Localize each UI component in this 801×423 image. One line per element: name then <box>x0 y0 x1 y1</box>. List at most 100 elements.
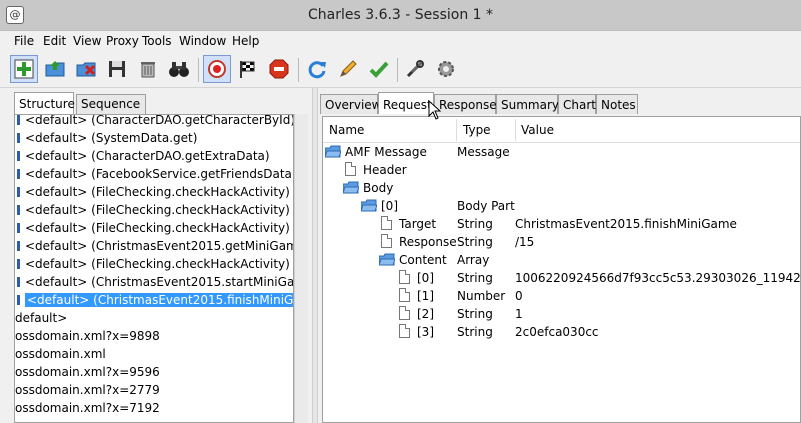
stop-icon[interactable] <box>265 55 293 83</box>
open-icon[interactable] <box>41 55 69 83</box>
detail-panel: Overview Request Response Summary Chart … <box>318 88 801 423</box>
window-title: Charles 3.6.3 - Session 1 * <box>307 7 494 23</box>
structure-item[interactable]: ossdomain.xml?x=2779 <box>15 381 160 399</box>
cell-name: [2] <box>417 307 434 321</box>
cell-name: Target <box>399 217 437 231</box>
column-value[interactable]: Value <box>521 123 554 137</box>
tab-response[interactable]: Response <box>434 94 497 114</box>
structure-item[interactable]: <default> (CharacterDAO.getCharacterById… <box>15 114 294 129</box>
column-type[interactable]: Type <box>463 123 491 137</box>
tab-summary[interactable]: Summary <box>496 94 559 114</box>
save-icon[interactable] <box>103 55 131 83</box>
cell-type: String <box>457 325 493 339</box>
cell-name: [0] <box>381 199 398 213</box>
folder-open-icon <box>342 181 360 194</box>
structure-item[interactable]: <default> (FileChecking.checkHackActivit… <box>15 183 290 201</box>
structure-item-label: <default> (ChristmasEvent2015.finishMini… <box>25 293 293 307</box>
column-separator <box>515 119 516 141</box>
menu-window[interactable]: Window <box>179 34 226 48</box>
document-icon <box>381 234 392 248</box>
table-row[interactable]: Target String ChristmasEvent2015.finishMin… <box>323 215 800 233</box>
table-row[interactable]: [2] String 1 <box>323 305 800 323</box>
structure-item[interactable]: <default> (FileChecking.checkHackActivit… <box>15 255 290 273</box>
column-name[interactable]: Name <box>329 123 364 137</box>
tree-node-icon <box>17 151 20 161</box>
structure-item[interactable]: ossdomain.xml?x=7192 <box>15 399 160 417</box>
structure-item[interactable]: <default> (ChristmasEvent2015.startMiniG… <box>15 273 294 291</box>
structure-item-label: <default> (FacebookService.getFriendsDat… <box>25 167 294 181</box>
tab-structure[interactable]: Structure <box>14 92 75 114</box>
structure-item-label: <default> (CharacterDAO.getCharacterById… <box>25 114 294 127</box>
structure-item[interactable]: <default> (FileChecking.checkHackActivit… <box>15 201 290 219</box>
structure-item-label: <default> (FileChecking.checkHackActivit… <box>25 257 290 271</box>
close-icon[interactable] <box>72 55 100 83</box>
binoculars-icon[interactable] <box>165 55 193 83</box>
tab-overview[interactable]: Overview <box>320 94 382 114</box>
cell-value: 0 <box>515 289 523 303</box>
checkmark-icon[interactable] <box>365 55 393 83</box>
tree-node-icon <box>17 187 20 197</box>
structure-panel: Structure Sequence <default> (CharacterD… <box>0 88 312 423</box>
new-session-icon[interactable] <box>10 55 38 83</box>
table-row[interactable]: [1] Number 0 <box>323 287 800 305</box>
menu-edit[interactable]: Edit <box>43 34 66 48</box>
tree-node-icon <box>17 169 20 179</box>
trash-icon[interactable] <box>134 55 162 83</box>
structure-item-label: <default> (ChristmasEvent2015.startMiniG… <box>25 275 294 289</box>
structure-item[interactable]: <default> (SystemData.get) <box>15 129 197 147</box>
cell-name: [1] <box>417 289 434 303</box>
cell-name: Content <box>399 253 447 267</box>
menu-help[interactable]: Help <box>232 34 259 48</box>
cell-name: AMF Message <box>345 145 427 159</box>
structure-item[interactable]: <default> (FileChecking.checkHackActivit… <box>15 219 290 237</box>
structure-tree[interactable]: <default> (CharacterDAO.getCharacterById… <box>14 114 294 423</box>
table-row[interactable]: AMF Message Message <box>323 143 800 161</box>
cell-type: String <box>457 217 493 231</box>
table-row[interactable]: Header <box>323 161 800 179</box>
table-row[interactable]: [0] Body Part <box>323 197 800 215</box>
tab-request[interactable]: Request <box>378 92 434 114</box>
refresh-icon[interactable] <box>303 55 331 83</box>
folder-open-icon <box>378 253 396 266</box>
menu-bar: File Edit View Proxy Tools Window Help <box>0 31 801 52</box>
structure-scrollbar[interactable] <box>294 114 308 423</box>
cell-type: Array <box>457 253 490 267</box>
structure-item[interactable]: ossdomain.xml?x=9898 <box>15 327 160 345</box>
menu-file[interactable]: File <box>14 34 34 48</box>
cell-type: String <box>457 271 493 285</box>
pencil-icon[interactable] <box>334 55 362 83</box>
structure-item[interactable]: <default> (CharacterDAO.getExtraData) <box>15 147 270 165</box>
title-bar: @ Charles 3.6.3 - Session 1 * <box>0 0 801 31</box>
record-icon[interactable] <box>203 55 231 83</box>
tab-sequence[interactable]: Sequence <box>76 94 146 114</box>
cell-name: Body <box>363 181 394 195</box>
structure-item[interactable]: <default> (ChristmasEvent2015.getMiniGam… <box>15 237 293 255</box>
settings-icon[interactable] <box>432 55 460 83</box>
menu-proxy[interactable]: Proxy <box>106 34 139 48</box>
structure-item-label: <default> (FileChecking.checkHackActivit… <box>25 185 290 199</box>
tree-node-icon <box>17 223 20 233</box>
table-row[interactable]: Body <box>323 179 800 197</box>
structure-item[interactable]: default> <box>15 309 67 327</box>
menu-tools[interactable]: Tools <box>142 34 172 48</box>
tab-notes[interactable]: Notes <box>596 94 638 114</box>
tree-node-icon <box>17 205 20 215</box>
structure-item[interactable]: <default> (FacebookService.getFriendsDat… <box>15 165 294 183</box>
structure-item[interactable]: ossdomain.xml <box>15 345 106 363</box>
table-row[interactable]: [0] String 1006220924566d7f93cc5c53.293030… <box>323 269 800 287</box>
column-separator <box>456 119 457 141</box>
tools-icon[interactable] <box>401 55 429 83</box>
table-row[interactable]: [3] String 2c0efca030cc <box>323 323 800 341</box>
checkered-flag-icon[interactable] <box>234 55 262 83</box>
tab-chart[interactable]: Chart <box>558 94 596 114</box>
structure-item-label: ossdomain.xml?x=9596 <box>15 365 160 379</box>
menu-view[interactable]: View <box>73 34 101 48</box>
structure-item[interactable]: <default> (ChristmasEvent2015.finishMini… <box>15 291 293 309</box>
structure-item[interactable]: ossdomain.xml?x=9596 <box>15 363 160 381</box>
folder-open-icon <box>360 199 378 212</box>
toolbar-separator <box>198 58 199 82</box>
table-row[interactable]: Response String/15 <box>323 233 800 251</box>
cell-name: Header <box>363 163 407 177</box>
table-row[interactable]: Content Array <box>323 251 800 269</box>
amf-tree-table: Name Type Value AMF Message Message Header… <box>322 116 801 423</box>
